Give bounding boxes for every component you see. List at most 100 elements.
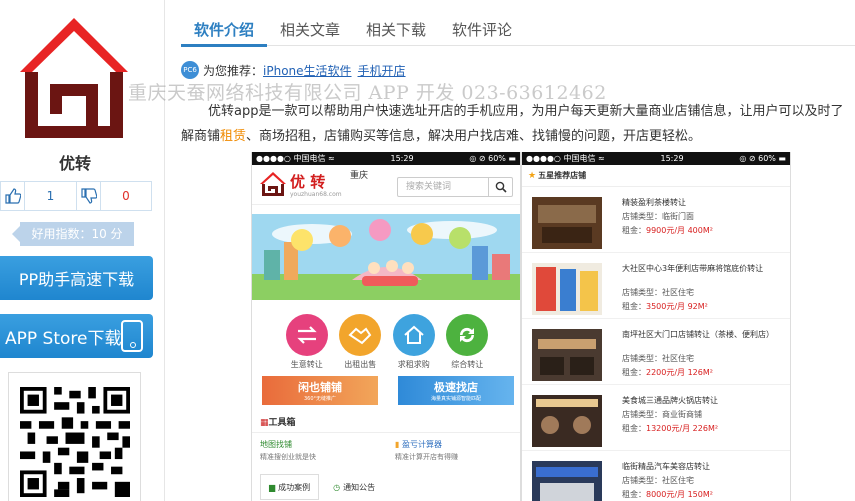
appstore-download-label: APP Store下载 (5, 328, 122, 349)
shop-rent: 租金：2200元/月 126M² (622, 368, 713, 377)
toolbox-row: 地图找铺 精准搜创业就是快 ▮ 盈亏计算器 精准计算开店有得赚 (252, 432, 520, 462)
like-count: 1 (46, 189, 55, 203)
phone-icon (121, 320, 143, 352)
document-icon: ▆ (269, 482, 276, 492)
promo-subtitle: 海量真实铺源智能匹配 (430, 396, 481, 402)
like-button[interactable]: 1 (1, 182, 76, 210)
watermark: 重庆天蚕网络科技有限公司 APP 开发 023-63612462 (128, 82, 607, 104)
tab-related-downloads[interactable]: 相关下载 (353, 18, 439, 46)
bottom-tabs: ▆ 成功案例 ◷ 通知公告 (260, 474, 383, 500)
shop-rent: 租金：3500元/月 92M² (622, 302, 708, 311)
tool-profit-calculator[interactable]: ▮ 盈亏计算器 精准计算开店有得赚 (387, 439, 520, 462)
thumbs-up-icon (1, 182, 25, 210)
shop-item[interactable]: 南坪社区大门口店铺转让（茶楼、便利店） 店铺类型：社区住宅 租金：2200元/月… (522, 319, 790, 385)
house-search-icon (392, 314, 435, 356)
shop-rent: 租金：9900元/月 400M² (622, 226, 713, 235)
five-star-header: ★ 五星推荐店铺 (522, 165, 790, 187)
app-name: 优转 (58, 154, 91, 173)
tab-success-cases[interactable]: ▆ 成功案例 (260, 474, 320, 500)
tool-name: ▮ 盈亏计算器 (395, 440, 442, 449)
shop-item[interactable]: 临街精品汽车美容店转让 店铺类型：社区住宅 租金：8000元/月 150M² (522, 451, 790, 501)
app-logo-house-icon (20, 18, 128, 138)
status-battery: ◎ ⊘ 60% ▬ (739, 154, 786, 163)
clock-icon: ◷ (333, 482, 341, 492)
category-general-transfer[interactable]: 综合转让 (444, 314, 490, 370)
status-time: 15:29 (660, 154, 684, 163)
shop-item[interactable]: 大社区中心3年便利店带麻将馆底价转让 店铺类型：社区住宅 租金：3500元/月 … (522, 253, 790, 319)
status-bar: ●●●●○ 中国电信 ≈ 15:29 ◎ ⊘ 60% ▬ (522, 152, 790, 165)
star-icon: ★ (528, 170, 537, 181)
page: 优转 1 0 好用指数：10 分 PP助手高速下载 APP Store下载 软件… (0, 0, 855, 501)
recommend-bar: PC6 为您推荐： iPhone生活软件 手机开店 (181, 61, 412, 79)
shop-title: 南坪社区大门口店铺转让（茶楼、便利店） (622, 330, 774, 339)
refresh-icon (446, 314, 489, 356)
shop-photo (532, 461, 602, 501)
category-label: 综合转让 (451, 360, 484, 369)
shop-photo (532, 329, 602, 381)
recommend-link-mobile-shop[interactable]: 手机开店 (358, 62, 406, 79)
search-icon[interactable] (488, 178, 512, 196)
category-rent-sell[interactable]: 出租出售 (337, 314, 383, 370)
app-brand: 优 转 (290, 173, 326, 191)
content-tabs: 软件介绍 相关文章 相关下载 软件评论 (181, 18, 855, 47)
shop-title: 美食城三通品牌火锅店转让 (622, 396, 718, 405)
category-label: 出租出售 (344, 360, 377, 369)
promo-title: 极速找店 (434, 381, 478, 394)
shop-title: 精装盈利茶楼转让 (622, 198, 686, 207)
status-battery: ◎ ⊘ 60% ▬ (469, 154, 516, 163)
grid-icon: ▦ (260, 418, 269, 428)
promo-fast-find[interactable]: 极速找店 海量真实铺源智能匹配 (398, 376, 514, 405)
score-badge: 好用指数：10 分 (12, 222, 134, 246)
shop-photo (532, 197, 602, 249)
shop-rent: 租金：13200元/月 226M² (622, 424, 719, 433)
category-business-transfer[interactable]: 生意转让 (284, 314, 330, 370)
category-row: 生意转让 出租出售 求租求购 综合转让 (252, 314, 520, 370)
shop-photo (532, 395, 602, 447)
city-selector[interactable]: 重庆 (350, 168, 368, 181)
promo-shop-display[interactable]: 闲也铺铺 360°无缝推广 (262, 376, 378, 405)
shop-item[interactable]: 美食城三通品牌火锅店转让 店铺类型：商业街商铺 租金：13200元/月 226M… (522, 385, 790, 451)
shop-title: 临街精品汽车美容店转让 (622, 462, 710, 471)
qr-code-icon (20, 387, 130, 497)
dislike-button[interactable]: 0 (76, 182, 151, 210)
qr-code-box (8, 372, 141, 501)
tab-related-articles[interactable]: 相关文章 (267, 18, 353, 46)
intro-text-2: 、商场招租，店铺购买等信息，解决用户找店难、找铺慢的问题，开店更轻松。 (246, 129, 702, 144)
app-header: 优 转 youzhuan68.com 重庆 搜索关键词 (252, 165, 520, 205)
tool-name: 地图找铺 (260, 440, 292, 449)
appstore-download-button[interactable]: APP Store下载 (0, 314, 153, 358)
shop-type: 店铺类型：社区住宅 (622, 476, 694, 485)
calculator-icon: ▮ (395, 440, 400, 449)
house-logo-icon (260, 172, 286, 196)
intro-paragraph: 优转app是一款可以帮助用户快速选址开店的手机应用，为用户每天更新大量商业店铺信… (181, 99, 855, 149)
tab-software-reviews[interactable]: 软件评论 (439, 18, 525, 46)
tab-notices[interactable]: ◷ 通知公告 (325, 474, 383, 500)
tab-software-intro[interactable]: 软件介绍 (181, 18, 268, 47)
promo-subtitle: 360°无缝推广 (303, 396, 337, 402)
app-screenshot-home: ●●●●○ 中国电信 ≈ 15:29 ◎ ⊘ 60% ▬ 优 转 youzhua… (251, 152, 521, 501)
swap-arrows-icon (285, 314, 328, 356)
status-carrier: ●●●●○ 中国电信 ≈ (526, 154, 605, 163)
intro-highlight-link[interactable]: 租赁 (220, 129, 246, 144)
app-url: youzhuan68.com (290, 191, 342, 198)
recommend-link-iphone-life[interactable]: iPhone生活软件 (263, 62, 352, 79)
category-label: 求租求购 (397, 360, 430, 369)
pp-download-button[interactable]: PP助手高速下载 (0, 256, 153, 300)
toolbox-title: ▦工具箱 (260, 418, 296, 428)
tool-subtitle: 精准计算开店有得赚 (395, 453, 458, 461)
shop-type: 店铺类型：商业街商铺 (622, 410, 702, 419)
tool-map-find[interactable]: 地图找铺 精准搜创业就是快 (252, 439, 387, 462)
recommend-label: 为您推荐： (203, 63, 264, 78)
category-seek-rent[interactable]: 求租求购 (391, 314, 437, 370)
app-search-input[interactable]: 搜索关键词 (397, 177, 513, 197)
thumbs-down-icon (77, 182, 101, 210)
shop-photo (532, 263, 602, 315)
status-bar: ●●●●○ 中国电信 ≈ 15:29 ◎ ⊘ 60% ▬ (252, 152, 520, 165)
promo-banner-image[interactable] (252, 214, 521, 300)
dislike-count: 0 (122, 189, 130, 203)
shop-item[interactable]: 精装盈利茶楼转让 店铺类型：临街门面 租金：9900元/月 400M² (522, 187, 790, 253)
shop-type: 店铺类型：临街门面 (622, 212, 694, 221)
app-screenshot-shop-list: ●●●●○ 中国电信 ≈ 15:29 ◎ ⊘ 60% ▬ ★ 五星推荐店铺 精装… (521, 152, 791, 501)
category-label: 生意转让 (290, 360, 323, 369)
shop-rent: 租金：8000元/月 150M² (622, 490, 713, 499)
